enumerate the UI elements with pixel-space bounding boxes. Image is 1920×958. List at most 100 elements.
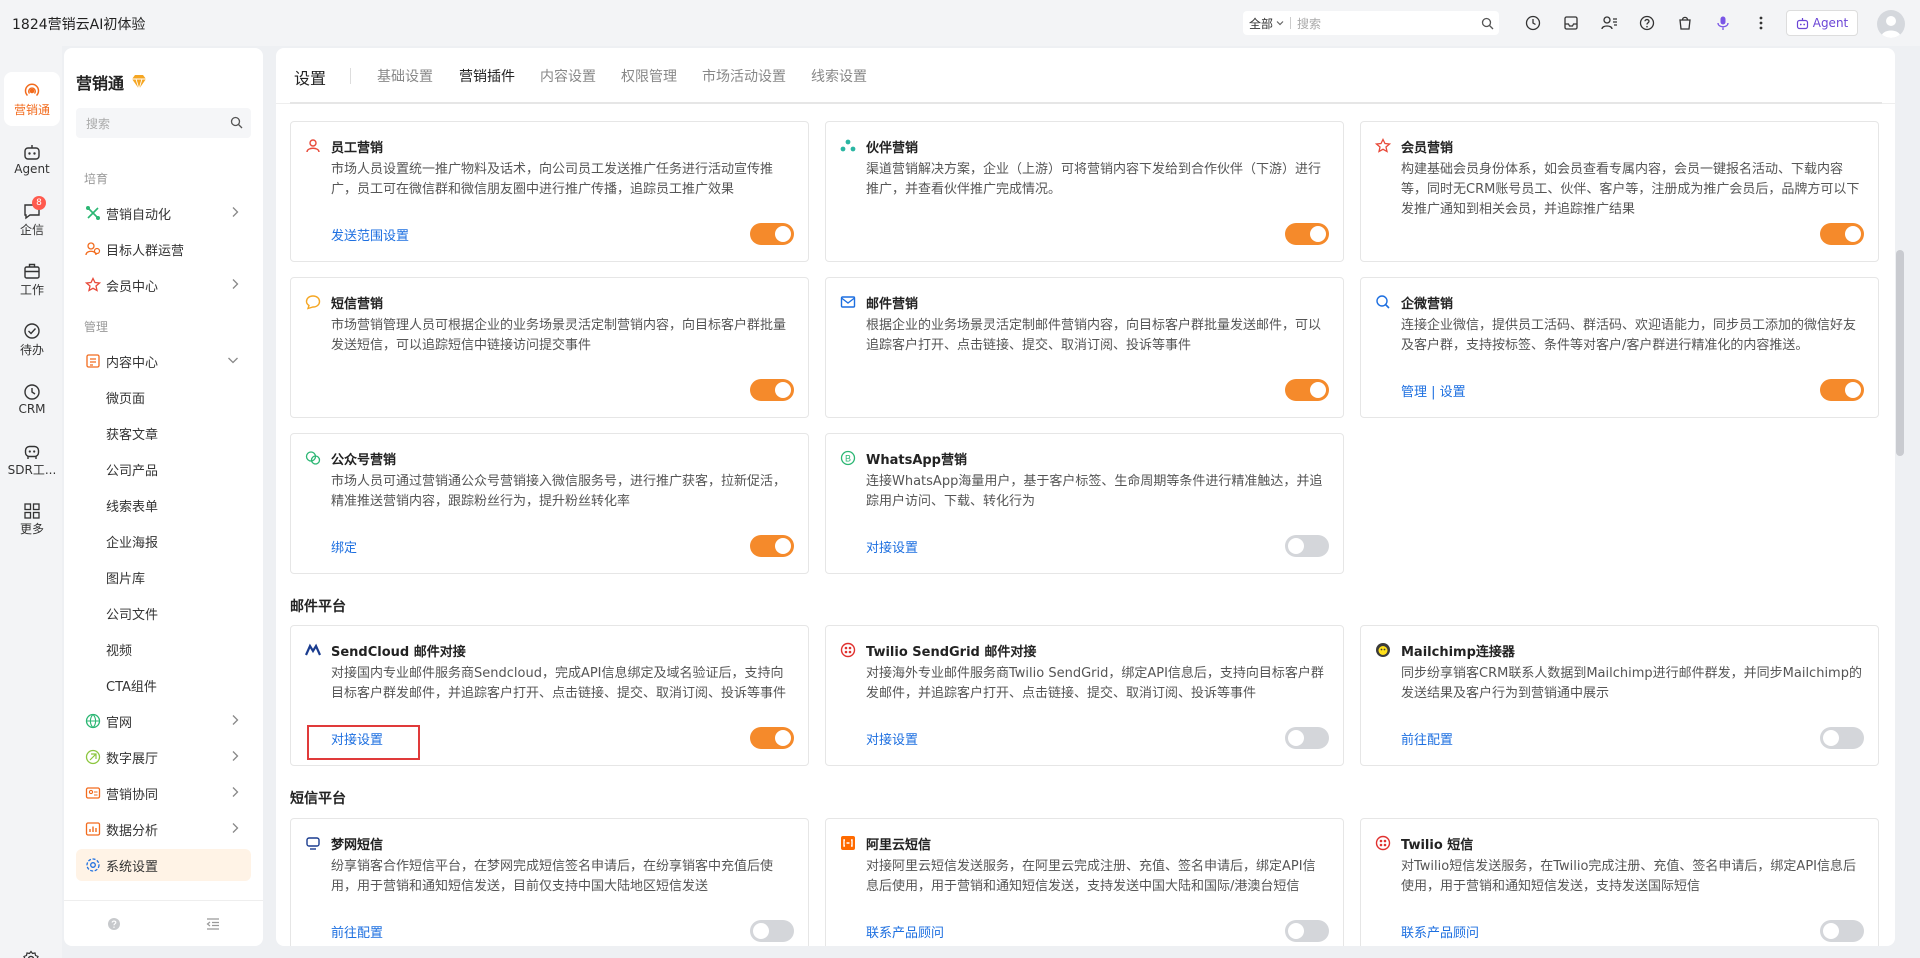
aliyun-toggle[interactable] [1285,920,1329,942]
sendgrid-connect-settings-link[interactable]: 对接设置 [866,729,918,748]
chevron-right-icon [232,823,239,833]
sidebar-sub-item[interactable]: 图片库 [106,561,145,593]
tab-permission-management[interactable]: 权限管理 [621,66,677,104]
search-scope-select[interactable]: 全部 [1243,15,1290,32]
tab-content-settings[interactable]: 内容设置 [540,66,596,104]
rail-item-todo[interactable]: 待办 [4,312,60,366]
search-icon [230,116,243,129]
mail-icon [840,294,856,310]
search-icon[interactable] [1475,17,1499,30]
chevron-right-icon [232,207,239,217]
group-label-cultivate: 培育 [84,172,109,186]
inbox-icon[interactable] [1560,12,1582,34]
app-rail: 营销通 Agent 企信 8 工作 待办 CRM SDR工... 更多 [0,46,62,958]
sidebar-item-member-center[interactable]: 会员中心 [76,269,251,301]
sms-card-aliyun: 阿里云短信 对接阿里云短信发送服务，在阿里云完成注册、充值、签名申请后，绑定AP… [825,818,1344,946]
shop-bag-icon[interactable] [1674,12,1696,34]
whatsapp-connect-settings-link[interactable]: 对接设置 [866,537,918,556]
sms-marketing-toggle[interactable] [750,379,794,401]
tab-basic-settings[interactable]: 基础设置 [377,66,433,104]
member-marketing-toggle[interactable] [1820,223,1864,245]
marketing-broadcast-icon [24,83,40,96]
clock-icon [24,384,40,400]
twilio-icon [840,642,856,658]
sidebar-item-audience[interactable]: 目标人群运营 [76,233,251,265]
sidebar-item-system-settings[interactable]: 系统设置 [76,849,251,881]
montnets-configure-link[interactable]: 前往配置 [331,922,383,941]
sidebar-item-website[interactable]: 官网 [76,705,251,737]
sidebar-item-collaboration[interactable]: 营销协同 [76,777,251,809]
sidebar-sub-item[interactable]: 线索表单 [106,489,158,521]
section-title-sms-platform: 短信平台 [290,791,346,807]
contacts-icon[interactable] [1598,12,1620,34]
chevron-down-icon [1276,21,1284,26]
ai-mic-icon[interactable] [1712,12,1734,34]
sidebar-sub-item[interactable]: 视频 [106,633,132,665]
partner-icon [840,138,856,154]
sidebar-item-digital-showroom[interactable]: 数字展厅 [76,741,251,773]
sidebar: 营销通 搜索 培育 营销自动化 目标人群运营 会员中心 管理 内容中心 微页面 … [64,48,263,946]
top-bar: 1824营销云AI初体验 全部 搜索 Agent [0,0,1920,46]
tab-campaign-settings[interactable]: 市场活动设置 [702,66,786,104]
help-icon[interactable] [1636,12,1658,34]
content-icon [84,352,102,370]
email-marketing-toggle[interactable] [1285,379,1329,401]
rail-item-marketing[interactable]: 营销通 [4,72,60,126]
partner-marketing-toggle[interactable] [1285,223,1329,245]
official-account-toggle[interactable] [750,535,794,557]
mailchimp-toggle[interactable] [1820,727,1864,749]
rail-item-crm[interactable]: CRM [4,372,60,426]
history-icon[interactable] [1522,12,1544,34]
montnets-toggle[interactable] [750,920,794,942]
wecom-manage-settings-link[interactable]: 管理 | 设置 [1401,381,1466,400]
agent-button[interactable]: Agent [1786,10,1858,36]
more-vertical-icon[interactable] [1750,12,1772,34]
gear-icon [84,856,102,874]
rail-item-messaging[interactable]: 企信 8 [4,192,60,246]
mailchimp-configure-link[interactable]: 前往配置 [1401,729,1453,748]
sidebar-search-input[interactable]: 搜索 [76,108,251,138]
user-avatar[interactable] [1877,10,1905,38]
sidebar-sub-item[interactable]: 公司文件 [106,597,158,629]
wecom-marketing-toggle[interactable] [1820,379,1864,401]
employee-marketing-toggle[interactable] [750,223,794,245]
sidebar-sub-item[interactable]: CTA组件 [106,669,157,701]
sidebar-help-icon[interactable] [64,901,164,946]
send-scope-settings-link[interactable]: 发送范围设置 [331,225,409,244]
settings-tabs: 设置 基础设置 营销插件 内容设置 权限管理 市场活动设置 线索设置 [276,48,1895,104]
sidebar-sub-item[interactable]: 公司产品 [106,453,158,485]
global-search[interactable]: 全部 搜索 [1243,11,1499,35]
twilio-sms-contact-advisor-link[interactable]: 联系产品顾问 [1401,922,1479,941]
bind-link[interactable]: 绑定 [331,537,357,556]
tab-marketing-plugins[interactable]: 营销插件 [459,66,515,104]
rail-item-agent[interactable]: Agent [4,132,60,186]
main-scrollbar[interactable] [1896,250,1904,456]
search-input[interactable]: 搜索 [1291,15,1475,32]
rail-settings-gear-icon[interactable] [22,950,40,958]
sidebar-sub-item[interactable]: 企业海报 [106,525,158,557]
rail-item-more[interactable]: 更多 [4,492,60,546]
plugin-card-partner-marketing: 伙伴营销 渠道营销解决方案，企业（上游）可将营销内容下发给到合作伙伴（下游）进行… [825,121,1344,262]
agent-robot-icon [24,145,40,160]
sms-card-montnets: 梦网短信 纷享销客合作短信平台，在梦网完成短信签名申请后，在纷享销客中充值后使用… [290,818,809,946]
whatsapp-toggle[interactable] [1285,535,1329,557]
collaboration-icon [84,784,102,802]
rail-item-work[interactable]: 工作 [4,252,60,306]
twilio-icon [1375,835,1391,851]
sidebar-collapse-icon[interactable] [164,901,264,946]
sidebar-item-data-analysis[interactable]: 数据分析 [76,813,251,845]
sendgrid-toggle[interactable] [1285,727,1329,749]
sidebar-item-marketing-automation[interactable]: 营销自动化 [76,197,251,229]
sidebar-sub-item[interactable]: 微页面 [106,381,145,413]
app-title: 1824营销云AI初体验 [12,17,146,33]
plugin-card-member-marketing: 会员营销 构建基础会员身份体系，如会员查看专属内容，会员一键报名活动、下载内容等… [1360,121,1879,262]
aliyun-contact-advisor-link[interactable]: 联系产品顾问 [866,922,944,941]
plugin-card-sms-marketing: 短信营销 市场营销管理人员可根据企业的业务场景灵活定制营销内容，向目标客户群批量… [290,277,809,418]
tab-lead-settings[interactable]: 线索设置 [811,66,867,104]
highlight-annotation-box [307,725,420,760]
sidebar-sub-item[interactable]: 获客文章 [106,417,158,449]
rail-item-sdr[interactable]: SDR工... [4,432,60,486]
sidebar-item-content-center[interactable]: 内容中心 [76,345,251,377]
twilio-sms-toggle[interactable] [1820,920,1864,942]
sendcloud-toggle[interactable] [750,727,794,749]
